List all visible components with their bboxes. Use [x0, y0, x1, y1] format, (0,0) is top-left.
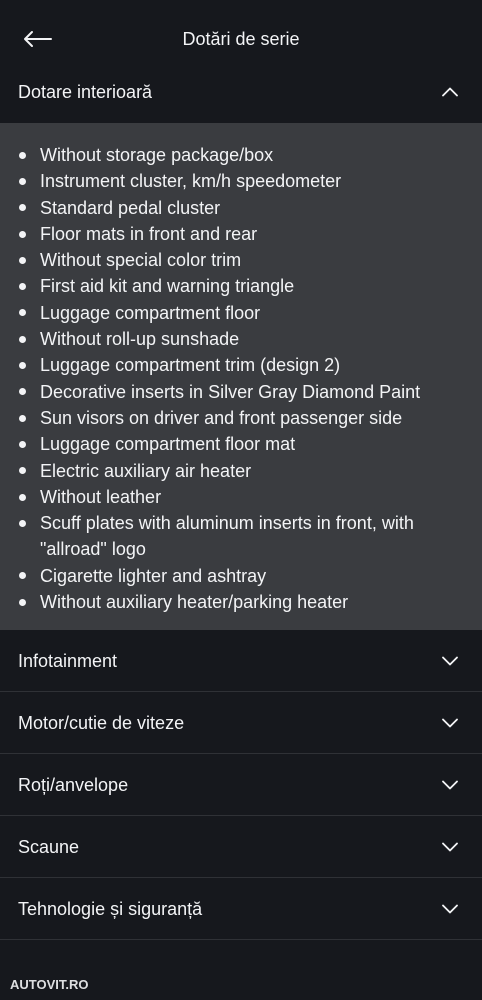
chevron-down-icon[interactable]	[442, 718, 458, 728]
list-item-text: Luggage compartment floor	[40, 302, 261, 323]
bullet-icon	[18, 204, 26, 212]
list-item-text: Cigarette lighter and ashtray	[40, 565, 267, 586]
bullet-icon	[18, 309, 26, 317]
list-item: Luggage compartment floor	[0, 300, 482, 326]
bullet-icon	[18, 335, 26, 343]
list-item: Without special color trim	[0, 247, 482, 273]
back-button[interactable]	[20, 27, 56, 51]
bullet-icon	[18, 598, 26, 606]
list-item-text: Floor mats in front and rear	[40, 223, 258, 244]
section-header-engine-gearbox[interactable]: Motor/cutie de viteze	[0, 692, 482, 755]
equipment-list: Without storage package/box Instrument c…	[0, 142, 482, 615]
app-header: Dotări de serie	[0, 0, 482, 60]
section-header-technology-safety[interactable]: Tehnologie și siguranță	[0, 878, 482, 941]
list-item-text: Sun visors on driver and front passenger…	[40, 407, 403, 428]
list-item: Without storage package/box	[0, 142, 482, 168]
list-item-text: Without special color trim	[40, 250, 242, 271]
list-item-text: Without roll-up sunshade	[40, 329, 240, 350]
section-title: Dotare interioară	[18, 81, 153, 102]
list-item-text: Luggage compartment floor mat	[40, 434, 296, 455]
list-item-text: Without leather	[40, 486, 162, 507]
bullet-icon	[18, 362, 26, 370]
chevron-down-icon[interactable]	[442, 842, 458, 852]
list-item-text: Without auxiliary heater/parking heater	[40, 592, 349, 613]
list-item-text: Standard pedal cluster	[40, 197, 221, 218]
list-item: Decorative inserts in Silver Gray Diamon…	[0, 379, 482, 405]
list-item: Without roll-up sunshade	[0, 326, 482, 352]
list-item-text: Decorative inserts in Silver Gray Diamon…	[40, 381, 421, 402]
list-item-text: Instrument cluster, km/h speedometer	[40, 171, 342, 192]
chevron-up-icon[interactable]	[442, 87, 458, 97]
list-item: Sun visors on driver and front passenger…	[0, 405, 482, 431]
chevron-down-icon[interactable]	[442, 656, 458, 666]
section-interior: Dotare interioară Without storage packag…	[0, 60, 482, 631]
section-header-interior[interactable]: Dotare interioară	[0, 60, 482, 123]
section-title: Motor/cutie de viteze	[18, 712, 185, 733]
section-header-infotainment[interactable]: Infotainment	[0, 630, 482, 693]
bullet-icon	[18, 467, 26, 475]
section-header-wheels-tires[interactable]: Roți/anvelope	[0, 754, 482, 817]
chevron-down-icon[interactable]	[442, 904, 458, 914]
brand-logo: AUTOVIT.RO	[10, 977, 89, 992]
list-item: Floor mats in front and rear	[0, 221, 482, 247]
list-item: Electric auxiliary air heater	[0, 458, 482, 484]
list-item: Cigarette lighter and ashtray	[0, 563, 482, 589]
arrow-left-icon[interactable]	[20, 27, 56, 51]
section-header-seats[interactable]: Scaune	[0, 816, 482, 879]
section-title: Roți/anvelope	[18, 774, 129, 795]
bullet-icon	[18, 151, 26, 159]
bullet-icon	[18, 572, 26, 580]
section-content-panel: Without storage package/box Instrument c…	[0, 123, 482, 631]
list-item: Luggage compartment floor mat	[0, 431, 482, 457]
section-title: Scaune	[18, 836, 80, 857]
list-item: Luggage compartment trim (design 2)	[0, 352, 482, 378]
bullet-icon	[18, 177, 26, 185]
list-item-text: Without storage package/box	[40, 145, 274, 165]
list-item: Scuff plates with aluminum inserts in fr…	[0, 510, 482, 563]
bullet-icon	[18, 493, 26, 501]
list-item: Without auxiliary heater/parking heater	[0, 589, 482, 615]
bullet-icon	[18, 283, 26, 291]
bullet-icon	[18, 440, 26, 448]
list-item: Standard pedal cluster	[0, 195, 482, 221]
bullet-icon	[18, 414, 26, 422]
list-item: First aid kit and warning triangle	[0, 273, 482, 299]
list-item: Instrument cluster, km/h speedometer	[0, 168, 482, 194]
chevron-down-icon[interactable]	[442, 780, 458, 790]
list-item-text: First aid kit and warning triangle	[40, 276, 295, 297]
bullet-icon	[18, 256, 26, 264]
bullet-icon	[18, 230, 26, 238]
list-item-text: Electric auxiliary air heater	[40, 460, 252, 481]
list-item-text: Luggage compartment trim (design 2)	[40, 355, 341, 376]
bullet-icon	[18, 519, 26, 527]
list-item-text: Scuff plates with aluminum inserts in fr…	[40, 513, 414, 560]
list-item: Without leather	[0, 484, 482, 510]
bullet-icon	[18, 388, 26, 396]
section-title: Infotainment	[18, 650, 118, 671]
page-title: Dotări de serie	[182, 29, 300, 49]
section-title: Tehnologie și siguranță	[18, 898, 203, 919]
